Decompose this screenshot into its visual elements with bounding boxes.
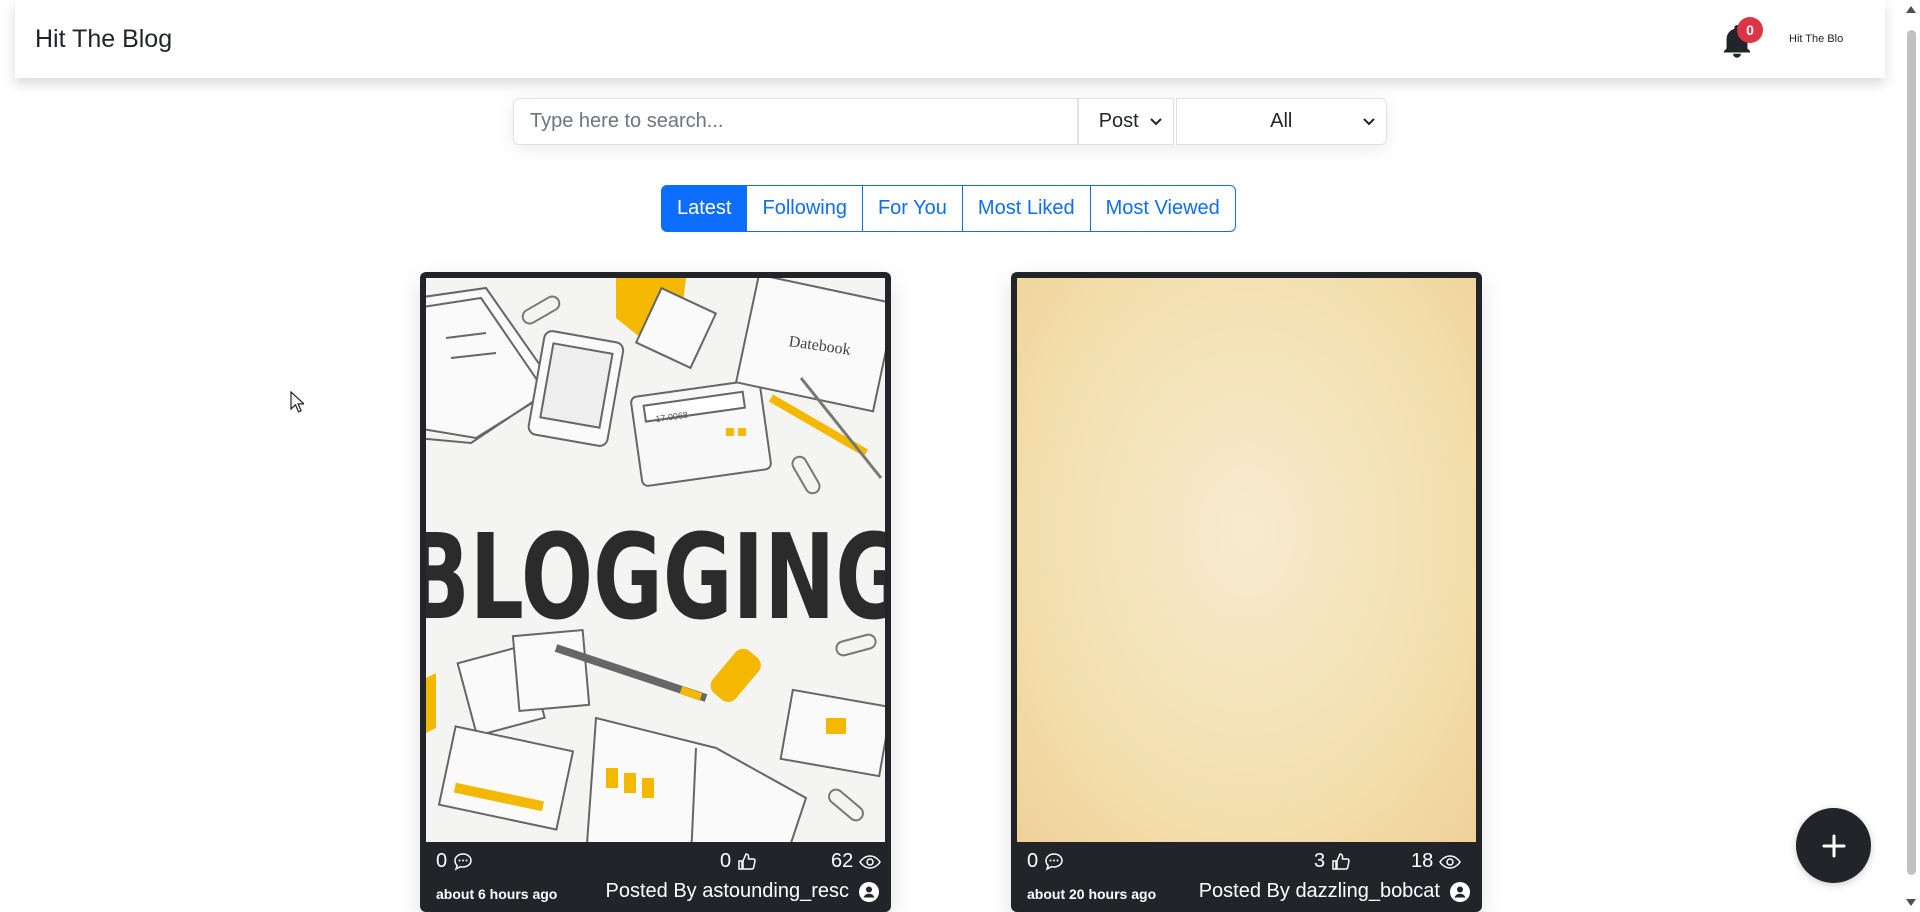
like-count[interactable]: 0 xyxy=(720,850,757,873)
brand-title[interactable]: Hit The Blog xyxy=(35,25,172,54)
user-icon[interactable] xyxy=(1450,882,1470,902)
scrollbar-thumb[interactable] xyxy=(1907,30,1916,875)
post-author[interactable]: Posted By astounding_resc xyxy=(606,880,850,903)
tablet-drawing xyxy=(527,330,625,447)
chevron-down-icon xyxy=(1363,118,1375,126)
user-icon[interactable] xyxy=(859,882,879,902)
search-type-select[interactable]: Post xyxy=(1077,98,1174,145)
mouse-cursor-icon xyxy=(290,391,304,413)
post-image[interactable]: 17.0068 Datebook BLOGGING xyxy=(426,278,885,842)
search-filter-select[interactable]: All xyxy=(1175,98,1387,145)
notification-badge: 0 xyxy=(1737,17,1763,43)
eye-icon xyxy=(859,854,882,869)
view-count: 18 xyxy=(1411,850,1462,873)
like-count[interactable]: 3 xyxy=(1314,850,1351,873)
parchment-image xyxy=(1017,278,1476,842)
blogging-illustration: 17.0068 Datebook BLOGGING xyxy=(426,278,885,842)
tab-for-you[interactable]: For You xyxy=(861,185,963,232)
blogging-word: BLOGGING xyxy=(426,508,885,646)
post-time: about 6 hours ago xyxy=(436,886,558,902)
like-icon xyxy=(738,852,756,870)
comment-icon xyxy=(454,852,472,871)
search-filter-value: All xyxy=(1270,110,1293,132)
comment-count[interactable]: 0 xyxy=(1027,850,1064,873)
tab-latest[interactable]: Latest xyxy=(661,185,748,232)
search-bar: Type here to search... Post All xyxy=(513,98,1387,145)
post-author[interactable]: Posted By dazzling_bobcat xyxy=(1199,880,1440,903)
nav-right: 0 Hit The Blo xyxy=(1719,17,1849,59)
post-card[interactable]: 0 3 18 about 20 hours ago Posted By dazz… xyxy=(1011,272,1482,912)
like-icon xyxy=(1332,852,1350,870)
plus-icon xyxy=(1822,834,1845,857)
post-footer: about 6 hours ago Posted By astounding_r… xyxy=(436,880,879,906)
view-count: 62 xyxy=(831,850,882,873)
post-time: about 20 hours ago xyxy=(1027,886,1157,902)
search-input[interactable]: Type here to search... xyxy=(513,98,1078,145)
top-navbar: Hit The Blog 0 Hit The Blo xyxy=(15,0,1885,78)
search-type-value: Post xyxy=(1098,110,1139,132)
tab-most-viewed[interactable]: Most Viewed xyxy=(1089,185,1236,232)
post-card[interactable]: 17.0068 Datebook BLOGGING 0 0 62 about 6… xyxy=(420,272,891,912)
notifications-button[interactable]: 0 xyxy=(1719,17,1763,59)
page-scrollbar[interactable] xyxy=(1903,0,1920,912)
scroll-down-arrow-icon[interactable] xyxy=(1906,899,1916,906)
post-footer: about 20 hours ago Posted By dazzling_bo… xyxy=(1027,880,1470,906)
post-image[interactable] xyxy=(1017,278,1476,842)
create-post-button[interactable] xyxy=(1796,808,1871,883)
chevron-down-icon xyxy=(1149,118,1162,126)
scroll-up-arrow-icon[interactable] xyxy=(1906,6,1916,13)
tab-most-liked[interactable]: Most Liked xyxy=(961,185,1091,232)
feed-tabs: Latest Following For You Most Liked Most… xyxy=(661,185,1236,232)
calculator-drawing: 17.0068 xyxy=(630,379,772,487)
post-stats: 0 0 62 xyxy=(436,850,882,876)
post-stats: 0 3 18 xyxy=(1027,850,1462,876)
comment-icon xyxy=(1045,852,1063,871)
comment-count[interactable]: 0 xyxy=(436,850,473,873)
profile-menu[interactable]: Hit The Blo xyxy=(1789,33,1849,45)
tab-following[interactable]: Following xyxy=(746,185,863,232)
eye-icon xyxy=(1439,854,1462,869)
